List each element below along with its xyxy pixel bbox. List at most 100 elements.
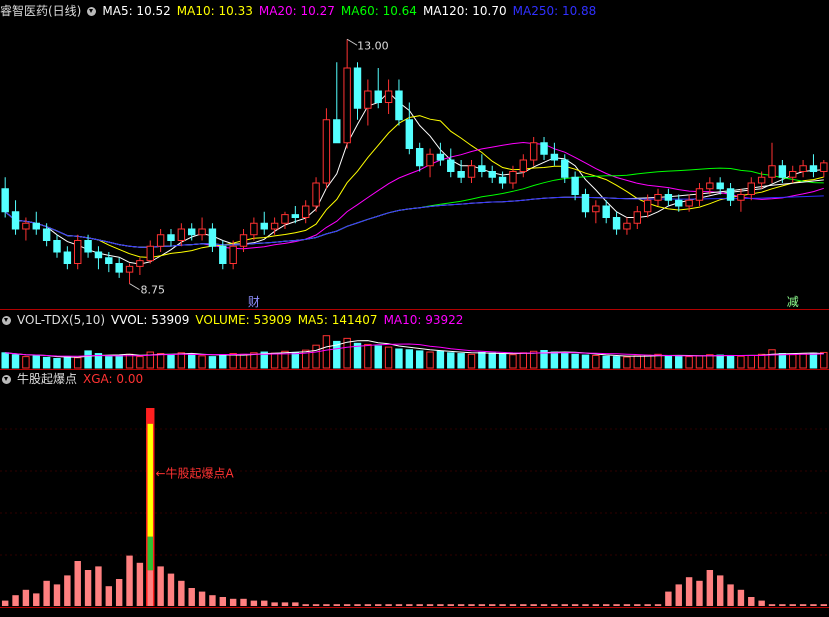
candle-body [322,119,331,184]
volume-bar [695,355,704,369]
indicator-bar [571,604,579,606]
candle-body [726,188,735,201]
candle-body [177,228,186,241]
volume-bar [405,349,414,369]
volume-bar [239,353,248,369]
candle-body [136,260,144,267]
ma-legend-item: MA5: 10.52 [102,4,171,18]
indicator-bar [219,597,227,606]
indicator-bar [623,604,631,606]
volume-bar [208,356,217,369]
indicator-bar [302,604,309,606]
candle-body [768,165,776,178]
volume-bar [167,354,175,369]
indicator-bar [271,602,278,606]
candle-body [820,162,828,172]
indicator-bar [12,595,19,606]
indicator-bar [333,604,340,606]
indicator-bar [74,561,81,606]
volume-bar [11,354,20,369]
indicator-bar [43,580,50,606]
candle-body [809,165,818,172]
candle-body [146,245,154,262]
price-panel-header: 睿智医药(日线) MA5: 10.52 MA10: 10.33 MA20: 10.27… [0,3,608,19]
volume-bar [177,352,186,369]
volume-bar [675,355,683,369]
stock-name: 睿智医药(日线) [0,4,82,18]
candle-body [291,214,300,218]
dropdown-circle-icon[interactable] [2,316,11,325]
candle-body [187,228,196,236]
indicator-bar [696,580,703,606]
volume-bar [270,352,279,369]
indicator-bar [551,604,558,606]
volume-bar [447,352,455,369]
moving-average-line [4,115,824,259]
candle-body [550,153,559,161]
indicator-bar [385,604,392,606]
candle-body [105,257,113,264]
candle-body [219,245,227,264]
ma-legend-item: MA20: 10.27 [258,4,335,18]
volume-bar [685,356,693,369]
candle-body [84,240,92,253]
volume-bar [125,353,134,369]
volume-bar [706,354,714,369]
dropdown-circle-icon[interactable] [2,375,11,384]
xga-value: XGA: 0.00 [83,372,144,386]
indicator-bar [530,604,537,606]
volume-bar [198,355,206,369]
volume-bar [32,355,40,369]
candle-body [778,165,787,178]
candle-body [747,182,755,195]
indicator-bar [540,604,548,606]
indicator-bar [665,591,672,606]
indicator-bar [810,604,817,606]
candle-body [63,251,72,264]
candle-body [685,199,693,207]
volume-bar [664,354,673,369]
candle-body [706,182,714,190]
dropdown-circle-icon[interactable] [87,7,97,16]
indicator-bar [613,604,620,606]
volume-bar [529,350,538,369]
volume-bar [623,356,631,369]
indicator-bar [768,604,776,606]
indicator-bar [447,604,454,606]
indicator-bar [209,595,216,606]
candle-body [125,265,134,273]
candle-body [260,222,268,230]
volume-bar [436,350,445,369]
volume-bar [757,353,766,369]
candle-body [415,148,424,167]
candle-body [633,211,642,224]
candle-body [42,228,51,241]
indicator-bar [561,604,568,606]
candle-body [270,222,279,230]
volume-bar [633,355,642,369]
volume-bar [789,354,797,369]
candle-body [612,217,621,230]
indicator-bar [167,573,175,606]
volume-bar [498,353,507,369]
indicator-bar [602,604,610,606]
volume-bar [519,352,528,369]
moving-average-line [4,195,824,248]
volume-bar [799,353,807,369]
candle-body [94,251,103,259]
candle-body [53,240,61,253]
volume-bar [809,352,818,369]
signal-bar-inner [147,570,153,606]
candle-body [509,171,517,184]
candle-body [478,165,486,172]
indicator-bar [468,604,475,606]
indicator-bar [716,575,724,606]
volume-bar [105,356,113,369]
volume-bar [478,351,486,369]
volume-bar [820,351,828,369]
candle-body [32,222,40,230]
volume-panel-header: VOL-TDX(5,10) VVOL: 53909 VOLUME: 53909 MA5… [0,312,475,328]
indicator-panel-header: 牛股起爆点 XGA: 0.00 [0,371,149,387]
moving-average-line [4,91,824,265]
volume-bar [312,344,320,369]
